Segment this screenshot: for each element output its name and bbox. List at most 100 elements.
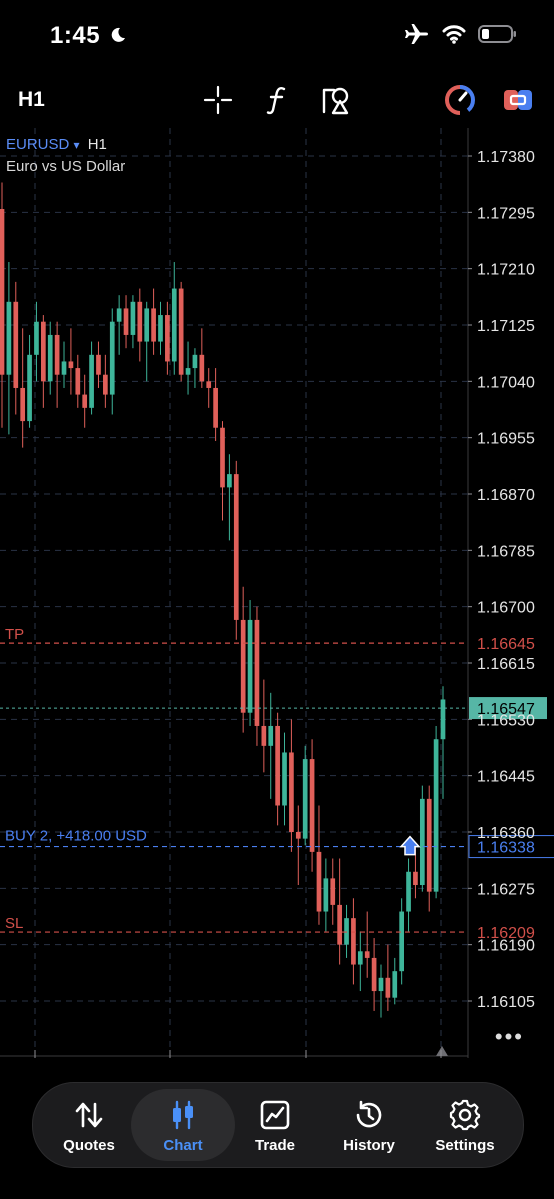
- candle-body: [41, 321, 46, 382]
- clock-text: 1:45: [50, 22, 101, 49]
- price-axis-label: 1.17040: [477, 374, 535, 391]
- candle-body: [254, 619, 260, 726]
- candle-body: [385, 977, 391, 998]
- candle-body: [413, 871, 418, 886]
- gear-icon: [449, 1099, 481, 1131]
- new-order-icon: [504, 90, 532, 110]
- crosshair-button[interactable]: [200, 80, 236, 120]
- candle-body: [399, 911, 404, 972]
- candle-body: [185, 368, 191, 375]
- wifi-icon: [442, 25, 466, 44]
- symbol-dropdown-icon: ▾: [73, 138, 80, 152]
- candle-body: [151, 308, 156, 342]
- buy-position-label: BUY 2, +418.00 USD: [5, 828, 147, 845]
- candle-body: [178, 288, 184, 375]
- tab-bar: Quotes Chart Trade History Settings: [32, 1082, 524, 1168]
- candle-body: [6, 301, 12, 375]
- price-axis-label: 1.16785: [477, 543, 535, 560]
- symbol-label[interactable]: EURUSD ▾ H1: [6, 136, 107, 153]
- history-icon: [356, 1100, 382, 1128]
- new-order-button[interactable]: [500, 80, 536, 120]
- tab-history[interactable]: History: [323, 1089, 415, 1161]
- candle-body: [54, 334, 60, 375]
- candle-body: [337, 904, 342, 945]
- candle-body: [268, 725, 274, 746]
- candle-body: [282, 752, 287, 806]
- take-profit-label: TP: [5, 626, 24, 643]
- timeframe-label: H1: [18, 88, 45, 111]
- more-options-button[interactable]: •••: [495, 1024, 524, 1050]
- candle-body: [289, 752, 294, 832]
- candle-body: [378, 977, 384, 992]
- candle-body: [27, 354, 32, 422]
- price-chart[interactable]: TP1.16645SL1.16209BUY 2, +418.00 USD1.16…: [0, 128, 554, 1058]
- candle-body: [130, 301, 136, 335]
- chart-area[interactable]: TP 1.16645 SL 1.16209 BUY 2, +418.00 USD 1.16…: [0, 128, 554, 1058]
- candle-body: [61, 361, 67, 375]
- candle-body: [351, 918, 356, 965]
- crosshair-icon: [203, 85, 233, 115]
- tab-settings-label: Settings: [435, 1137, 495, 1154]
- indicators-button[interactable]: [260, 80, 296, 120]
- candle-body: [323, 878, 329, 912]
- price-axis-label: 1.16105: [477, 994, 535, 1011]
- timeframe-button[interactable]: H1: [18, 80, 45, 120]
- candle-body: [227, 474, 232, 488]
- shapes-icon: [322, 87, 349, 115]
- candle-body: [137, 301, 143, 342]
- tab-quotes-label: Quotes: [63, 1137, 115, 1154]
- candle-body: [158, 315, 163, 342]
- candle-body: [275, 725, 280, 806]
- candle-body: [330, 878, 336, 905]
- symbol-description: Euro vs US Dollar: [6, 158, 126, 175]
- candle-body: [406, 871, 411, 912]
- candle-body: [440, 699, 446, 740]
- candle-body: [302, 759, 308, 839]
- candle-body: [247, 619, 253, 713]
- status-icons: [404, 22, 518, 46]
- tab-settings[interactable]: Settings: [419, 1089, 511, 1161]
- candle-body: [240, 619, 246, 713]
- take-profit-price: 1.16645: [477, 636, 535, 653]
- candle-body: [123, 308, 129, 335]
- candle-body: [220, 427, 225, 488]
- price-axis-label: 1.16275: [477, 881, 535, 898]
- price-axis-label: 1.16700: [477, 600, 535, 617]
- candle-body: [344, 918, 349, 945]
- one-click-trading-button[interactable]: [442, 80, 478, 120]
- candle-body: [0, 209, 5, 375]
- stop-loss-label: SL: [5, 915, 23, 932]
- symbol-name: EURUSD: [6, 136, 70, 153]
- trade-icon: [260, 1100, 290, 1130]
- price-axis-label: 1.16190: [477, 938, 535, 955]
- candle-body: [364, 951, 370, 958]
- function-icon: [266, 87, 286, 115]
- price-axis-label: 1.17380: [477, 149, 535, 166]
- chart-toolbar: H1: [0, 72, 554, 128]
- candle-body: [13, 301, 19, 388]
- tab-trade[interactable]: Trade: [229, 1089, 321, 1161]
- objects-button[interactable]: [318, 80, 356, 120]
- battery-icon: [478, 25, 516, 43]
- speedometer-icon: [445, 85, 475, 115]
- candle-body: [213, 387, 218, 428]
- tab-chart[interactable]: Chart: [131, 1089, 235, 1161]
- candle-body: [419, 798, 425, 886]
- candle-body: [68, 361, 74, 369]
- price-axis-label: 1.16955: [477, 431, 535, 448]
- candlestick-icon: [173, 1100, 193, 1130]
- candle-body: [82, 394, 88, 408]
- tab-chart-label: Chart: [163, 1137, 203, 1154]
- candle-body: [75, 368, 81, 395]
- candle-body: [433, 739, 439, 892]
- candle-body: [371, 957, 377, 992]
- candle-body: [357, 951, 363, 965]
- candle-body: [34, 321, 39, 355]
- price-axis-label: 1.17125: [477, 318, 535, 335]
- tab-history-label: History: [343, 1137, 395, 1154]
- price-axis-label: 1.16530: [477, 712, 535, 729]
- price-axis-label: 1.16360: [477, 825, 535, 842]
- tab-quotes[interactable]: Quotes: [43, 1089, 135, 1161]
- status-bar: 1:45: [0, 0, 554, 72]
- buy-arrow-icon: [399, 835, 421, 856]
